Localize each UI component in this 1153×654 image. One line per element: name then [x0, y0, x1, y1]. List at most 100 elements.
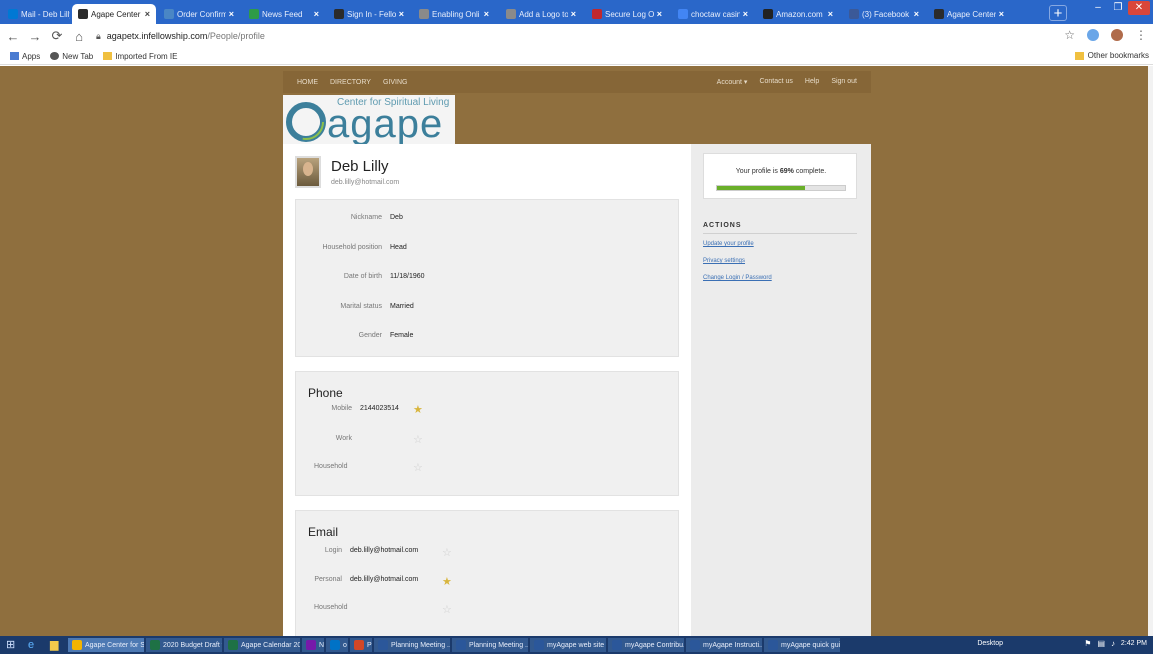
tab-close-icon[interactable]: ×: [399, 9, 404, 19]
tab-close-icon[interactable]: ×: [571, 9, 576, 19]
tab-close-icon[interactable]: ×: [743, 9, 748, 19]
web-page: HOME DIRECTORY GIVING Account ▾ Contact us H…: [0, 66, 1148, 636]
profile-completion-text: Your profile is 69% complete.: [735, 168, 827, 175]
tab-label: Add a Logo to: [519, 9, 568, 19]
tab-close-icon[interactable]: ×: [484, 9, 489, 19]
taskbar-item[interactable]: Planning Meeting ...: [374, 638, 450, 652]
browser-tab[interactable]: Enabling Onli ×: [413, 4, 495, 24]
taskbar-item[interactable]: myAgape quick gui...: [764, 638, 840, 652]
taskbar-app-icon: [330, 640, 340, 650]
update-profile-link[interactable]: Update your profile: [703, 241, 754, 247]
browser-tab[interactable]: Secure Log Of ×: [586, 4, 668, 24]
other-bookmarks[interactable]: Other bookmarks: [1074, 51, 1149, 60]
preferred-star-icon[interactable]: ☆: [442, 546, 452, 559]
bookmark-item[interactable]: Apps: [10, 52, 40, 61]
site-top-nav: HOME DIRECTORY GIVING Account ▾ Contact us H…: [283, 71, 871, 93]
tab-close-icon[interactable]: ×: [999, 9, 1004, 19]
taskbar-item-label: myAgape Instructi...: [703, 641, 762, 649]
address-bar[interactable]: 🔒︎ agapetx.infellowship.com/People/profi…: [96, 31, 265, 42]
taskbar-app-icon: [354, 640, 364, 650]
tab-close-icon[interactable]: ×: [914, 9, 919, 19]
site-nav-right-link[interactable]: Help: [805, 78, 819, 86]
email-label: Household: [314, 604, 348, 611]
page-scrollbar[interactable]: [1148, 66, 1153, 636]
tab-close-icon[interactable]: ×: [73, 9, 78, 19]
tab-close-icon[interactable]: ×: [657, 9, 662, 19]
taskbar-item[interactable]: o: [326, 638, 348, 652]
browser-tab[interactable]: Amazon.com ×: [757, 4, 839, 24]
tab-close-icon[interactable]: ×: [314, 9, 319, 19]
taskbar-item[interactable]: N: [302, 638, 324, 652]
preferred-star-icon[interactable]: ☆: [413, 461, 423, 474]
taskbar-item[interactable]: myAgape Contribu...: [608, 638, 684, 652]
preferred-star-icon[interactable]: ★: [413, 403, 423, 416]
browser-tab[interactable]: Add a Logo to ×: [500, 4, 582, 24]
minimize-button[interactable]: –: [1088, 2, 1108, 13]
browser-tab[interactable]: Agape Center ×: [72, 4, 156, 24]
site-nav-link[interactable]: GIVING: [383, 79, 408, 86]
menu-kebab-icon[interactable]: ⋮: [1135, 28, 1147, 42]
maximize-button[interactable]: ❐: [1108, 2, 1128, 13]
preferred-star-icon[interactable]: ★: [442, 575, 452, 588]
desktop-toolbar[interactable]: Desktop: [977, 640, 1003, 647]
avatar: [295, 156, 321, 188]
tab-close-icon[interactable]: ×: [229, 9, 234, 19]
windows-start-icon[interactable]: ⊞: [6, 638, 22, 652]
change-login-link[interactable]: Change Login / Password: [703, 275, 772, 281]
bookmark-star-icon[interactable]: ☆: [1064, 28, 1075, 42]
tab-favicon-icon: [506, 9, 516, 19]
taskbar-clock[interactable]: 2:42 PM: [1121, 640, 1147, 647]
home-icon[interactable]: ⌂: [70, 29, 88, 44]
tab-favicon-icon: [164, 9, 174, 19]
browser-tab[interactable]: choctaw casino×: [672, 4, 754, 24]
browser-tab[interactable]: Sign In - Fello ×: [328, 4, 410, 24]
tab-label: News Feed: [262, 9, 303, 19]
url-path: /People/profile: [207, 31, 265, 41]
new-tab-button[interactable]: +: [1049, 5, 1067, 21]
taskbar-item[interactable]: myAgape Instructi...: [686, 638, 762, 652]
volume-icon[interactable]: ♪: [1111, 639, 1115, 648]
detail-label: Gender: [358, 332, 382, 339]
site-nav-right-link[interactable]: Contact us: [759, 78, 792, 86]
site-nav-link[interactable]: HOME: [297, 79, 318, 86]
back-arrow-icon[interactable]: ←: [4, 29, 22, 44]
window-close-button[interactable]: ✕: [1128, 1, 1150, 15]
bookmark-item[interactable]: Imported From IE: [103, 52, 177, 61]
extension-icon[interactable]: [1087, 29, 1099, 41]
browser-tab[interactable]: Agape Center ×: [928, 4, 1010, 24]
taskbar-item[interactable]: Agape Center for S...: [68, 638, 144, 652]
site-nav-right-link[interactable]: Sign out: [831, 78, 857, 86]
network-icon[interactable]: ▤: [1097, 639, 1105, 648]
profile-avatar-icon[interactable]: [1111, 29, 1123, 41]
tray-flag-icon[interactable]: ⚑: [1084, 639, 1091, 648]
preferred-star-icon[interactable]: ☆: [413, 433, 423, 446]
taskbar-item[interactable]: myAgape web site ...: [530, 638, 606, 652]
site-nav-right-link[interactable]: Account ▾: [717, 78, 748, 86]
browser-tab[interactable]: Mail - Deb Lilly ×: [2, 4, 84, 24]
browser-tab[interactable]: Order Confirm ×: [158, 4, 240, 24]
taskbar-item[interactable]: P: [350, 638, 372, 652]
preferred-star-icon[interactable]: ☆: [442, 603, 452, 616]
profile-progress-bar: [716, 185, 846, 191]
reload-icon[interactable]: ⟳: [48, 28, 66, 44]
forward-arrow-icon[interactable]: →: [26, 29, 44, 44]
phone-section-title: Phone: [308, 386, 343, 400]
privacy-settings-link[interactable]: Privacy settings: [703, 258, 745, 264]
profile-sidebar: Your profile is 69% complete. ACTIONS Up…: [691, 144, 871, 636]
tab-close-icon[interactable]: ×: [828, 9, 833, 19]
file-explorer-icon[interactable]: ▆: [50, 638, 66, 652]
taskbar-app-icon: [306, 640, 316, 650]
browser-tab[interactable]: (3) Facebook ×: [843, 4, 925, 24]
apps-grid-icon: [10, 52, 19, 60]
site-nav-link[interactable]: DIRECTORY: [330, 79, 371, 86]
bookmark-item[interactable]: New Tab: [50, 52, 93, 61]
browser-tab[interactable]: News Feed ×: [243, 4, 325, 24]
profile-main-panel: Deb Lilly deb.lilly@hotmail.com Nickname…: [283, 144, 691, 636]
tab-favicon-icon: [592, 9, 602, 19]
detail-label: Marital status: [340, 302, 382, 310]
taskbar-item[interactable]: Planning Meeting ...: [452, 638, 528, 652]
tab-close-icon[interactable]: ×: [145, 9, 150, 19]
taskbar-item[interactable]: Agape Calendar 20...: [224, 638, 300, 652]
taskbar-item[interactable]: 2020 Budget Draft v...: [146, 638, 222, 652]
ie-icon[interactable]: e: [28, 638, 44, 652]
